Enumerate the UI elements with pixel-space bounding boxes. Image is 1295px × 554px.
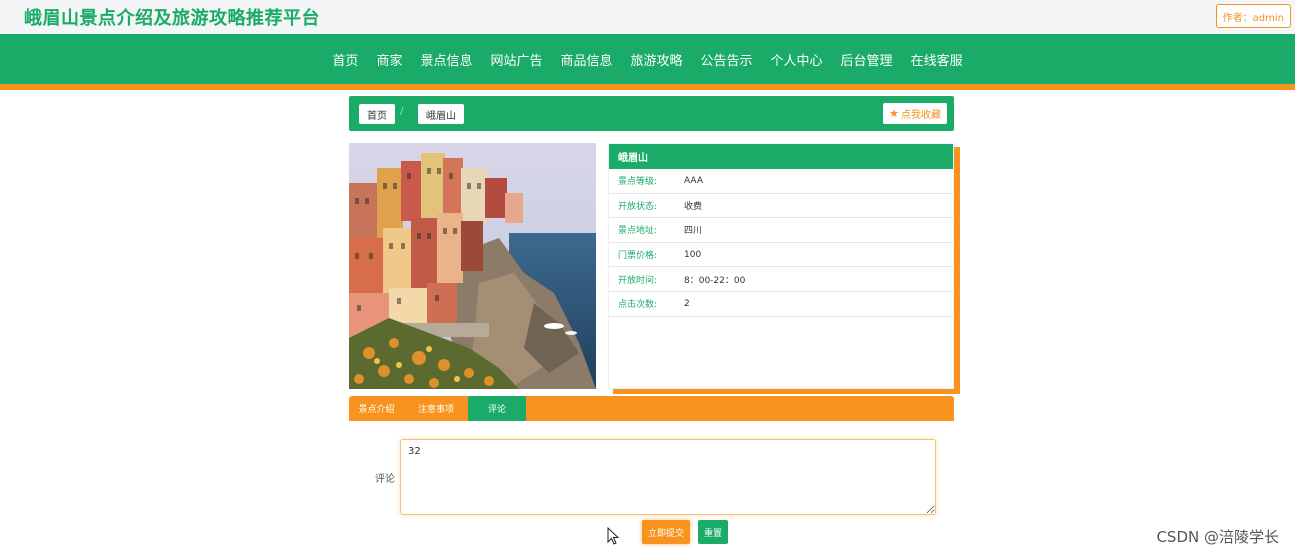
detail-tabs: 景点介绍 注意事项 评论 bbox=[349, 396, 954, 421]
info-value: 收费 bbox=[684, 201, 703, 212]
info-value: 四川 bbox=[684, 226, 703, 237]
tab-notes[interactable]: 注意事项 bbox=[404, 396, 468, 421]
nav-item-notices[interactable]: 公告告示 bbox=[701, 50, 753, 69]
attraction-info-panel: 峨眉山 景点等级: AAA 开放状态: 收费 景点地址: 四川 门票价格: 10… bbox=[608, 143, 954, 389]
info-label: 门票价格: bbox=[618, 251, 658, 262]
author-badge[interactable]: 作者：admin bbox=[1215, 4, 1291, 28]
breadcrumb-separator: / bbox=[400, 106, 404, 117]
tab-introduction[interactable]: 景点介绍 bbox=[349, 396, 404, 421]
mouse-cursor-icon bbox=[607, 527, 619, 545]
nav-item-guides[interactable]: 旅游攻略 bbox=[631, 50, 683, 69]
info-label: 点击次数: bbox=[618, 300, 658, 311]
info-row-hours: 开放时间: 8：00-22：00 bbox=[609, 267, 953, 292]
info-value: AAA bbox=[684, 175, 703, 186]
attraction-photo bbox=[349, 143, 596, 389]
attraction-name: 峨眉山 bbox=[609, 144, 953, 169]
site-title: 峨眉山景点介绍及旅游攻略推荐平台 bbox=[24, 8, 320, 29]
info-row-clicks: 点击次数: 2 bbox=[609, 292, 953, 317]
tab-comments[interactable]: 评论 bbox=[468, 396, 526, 421]
comment-textarea[interactable]: 32 bbox=[400, 439, 936, 515]
breadcrumb-home[interactable]: 首页 bbox=[359, 104, 395, 124]
submit-button[interactable]: 立即提交 bbox=[642, 520, 690, 544]
nav-item-merchants[interactable]: 商家 bbox=[376, 50, 402, 69]
info-label: 开放时间: bbox=[618, 275, 658, 286]
info-row-address: 景点地址: 四川 bbox=[609, 218, 953, 243]
breadcrumb: 首页 / 峨眉山 ★ 点我收藏 bbox=[349, 96, 954, 131]
favorite-label: 点我收藏 bbox=[901, 110, 941, 121]
info-label: 景点等级: bbox=[618, 177, 658, 188]
info-value: 2 bbox=[684, 298, 690, 309]
nav-divider bbox=[0, 84, 1295, 90]
top-bar: 峨眉山景点介绍及旅游攻略推荐平台 作者：admin bbox=[0, 0, 1295, 34]
nav-item-home[interactable]: 首页 bbox=[332, 50, 358, 69]
favorite-button[interactable]: ★ 点我收藏 bbox=[883, 103, 947, 124]
comment-label: 评论 bbox=[375, 474, 395, 485]
info-row-status: 开放状态: 收费 bbox=[609, 194, 953, 219]
info-row-grade: 景点等级: AAA bbox=[609, 169, 953, 194]
info-label: 开放状态: bbox=[618, 201, 658, 212]
nav-item-admin[interactable]: 后台管理 bbox=[841, 50, 893, 69]
info-label: 景点地址: bbox=[618, 226, 658, 237]
info-row-price: 门票价格: 100 bbox=[609, 243, 953, 268]
watermark: CSDN @涪陵学长 bbox=[1156, 528, 1279, 546]
reset-button[interactable]: 重置 bbox=[698, 520, 728, 544]
info-value: 100 bbox=[684, 249, 702, 260]
nav-item-ads[interactable]: 网站广告 bbox=[490, 50, 542, 69]
main-nav: 首页 商家 景点信息 网站广告 商品信息 旅游攻略 公告告示 个人中心 后台管理… bbox=[0, 34, 1295, 84]
star-icon: ★ bbox=[889, 107, 899, 120]
nav-item-products[interactable]: 商品信息 bbox=[560, 50, 612, 69]
nav-item-support[interactable]: 在线客服 bbox=[911, 50, 963, 69]
info-value: 8：00-22：00 bbox=[684, 275, 746, 286]
nav-item-attractions[interactable]: 景点信息 bbox=[420, 50, 472, 69]
nav-item-profile[interactable]: 个人中心 bbox=[771, 50, 823, 69]
breadcrumb-current[interactable]: 峨眉山 bbox=[418, 104, 464, 124]
